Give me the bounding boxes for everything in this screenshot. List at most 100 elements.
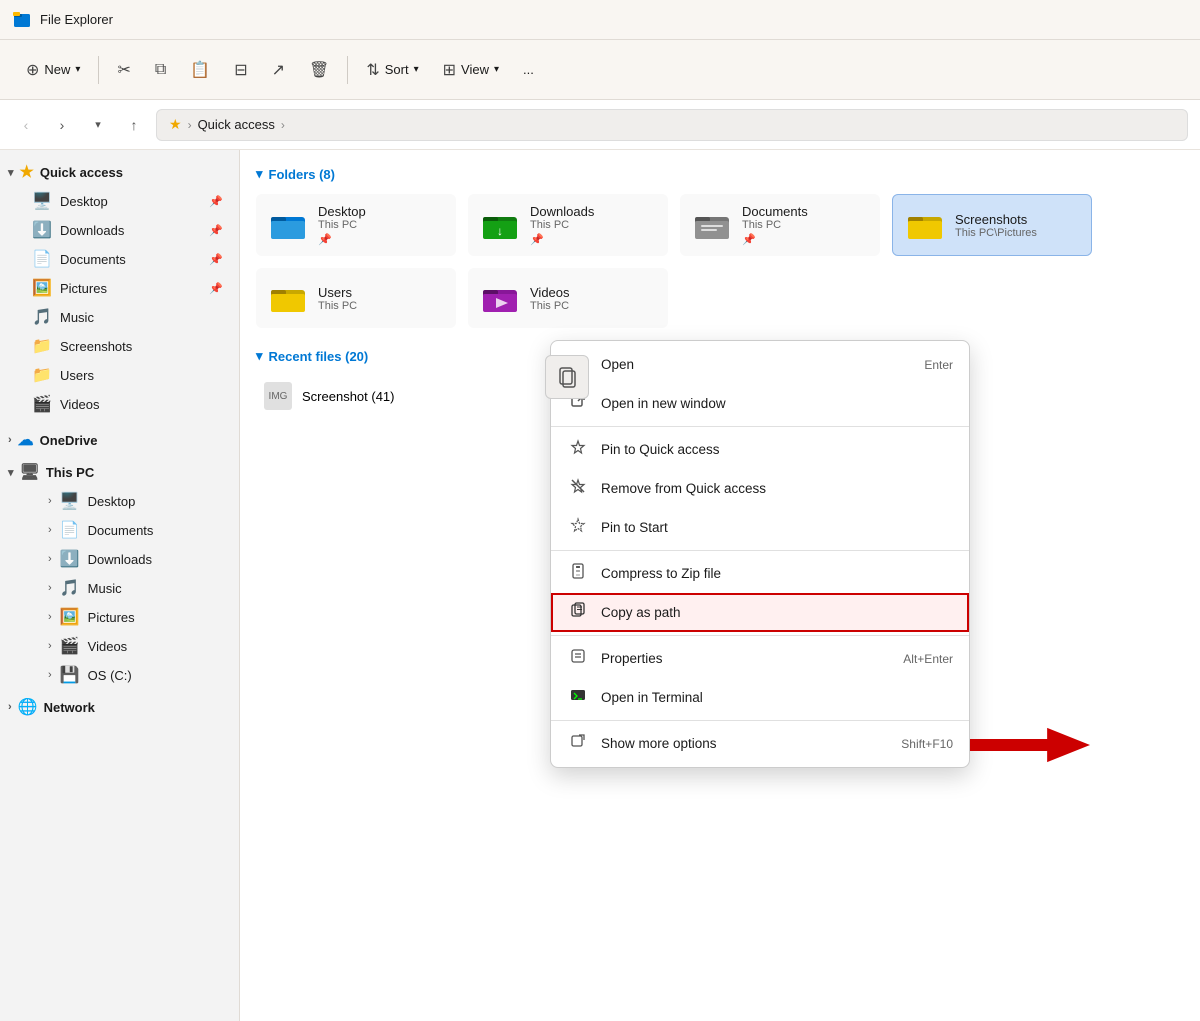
context-item-pin-quick-access[interactable]: Pin to Quick access xyxy=(551,430,969,469)
sidebar-music-label: Music xyxy=(60,310,94,325)
more-button[interactable]: ... xyxy=(513,56,544,83)
forward-button[interactable]: › xyxy=(48,111,76,139)
folder-card-documents[interactable]: Documents This PC 📌 xyxy=(680,194,880,256)
cut-button[interactable]: ✂ xyxy=(107,54,140,86)
copy-button[interactable]: ⧉ xyxy=(145,55,176,85)
sidebar-item-screenshots[interactable]: 📁 Screenshots xyxy=(4,332,235,360)
sidebar-network-label: Network xyxy=(44,700,95,715)
context-item-properties[interactable]: Properties Alt+Enter xyxy=(551,639,969,678)
context-item-open-new-window[interactable]: Open in new window xyxy=(551,384,969,423)
sidebar-screenshots-label: Screenshots xyxy=(60,339,132,354)
folder-card-videos[interactable]: Videos This PC xyxy=(468,268,668,328)
copy-trigger-svg xyxy=(556,366,578,388)
delete-button[interactable]: 🗑 xyxy=(299,54,339,86)
sidebar-thispc-documents[interactable]: › 📄 Documents xyxy=(4,516,235,544)
sidebar-item-videos[interactable]: 🎬 Videos xyxy=(4,390,235,418)
thispc-osdrive-chevron-icon: › xyxy=(48,669,52,681)
context-pin-quick-access-icon xyxy=(567,439,589,460)
context-item-show-more-options[interactable]: Show more options Shift+F10 xyxy=(551,724,969,763)
address-star-icon: ★ xyxy=(169,116,182,133)
thispc-pictures-chevron-icon: › xyxy=(48,611,52,623)
sidebar-thispc-header[interactable]: ▾ 🖥 This PC xyxy=(0,458,239,486)
new-chevron-icon: ▾ xyxy=(75,64,80,75)
context-item-copy-as-path[interactable]: Copy as path xyxy=(551,593,969,632)
sidebar-documents-label: Documents xyxy=(60,252,126,267)
onedrive-icon: ☁ xyxy=(18,430,34,450)
context-item-remove-quick-access[interactable]: Remove from Quick access xyxy=(551,469,969,508)
context-item-open[interactable]: Open Enter xyxy=(551,345,969,384)
recent-section-label: Recent files (20) xyxy=(269,349,369,364)
folder-card-users[interactable]: Users This PC xyxy=(256,268,456,328)
sidebar-quick-access-label: Quick access xyxy=(40,165,123,180)
view-button[interactable]: ⊞ View ▾ xyxy=(433,54,509,86)
sidebar-downloads-label: Downloads xyxy=(60,223,124,238)
folder-card-screenshots[interactable]: Screenshots This PC\Pictures xyxy=(892,194,1092,256)
up-button[interactable]: ↑ xyxy=(120,111,148,139)
thispc-desktop-icon: 🖥️ xyxy=(60,491,80,511)
sidebar-thispc-downloads[interactable]: › ⬇️ Downloads xyxy=(4,545,235,573)
address-path: Quick access xyxy=(198,117,275,132)
copy-icon: ⧉ xyxy=(155,61,166,79)
view-label: View xyxy=(461,62,489,77)
sidebar-onedrive-header[interactable]: › ☁ OneDrive xyxy=(0,426,239,454)
documents-pin-icon: 📌 xyxy=(209,253,223,266)
new-button[interactable]: ⊕ New ▾ xyxy=(16,54,90,86)
sidebar-thispc-pictures[interactable]: › 🖼️ Pictures xyxy=(4,603,235,631)
sort-button[interactable]: ⇅ Sort ▾ xyxy=(356,54,428,86)
context-copy-path-label: Copy as path xyxy=(601,605,953,620)
context-item-open-terminal[interactable]: Open in Terminal xyxy=(551,678,969,717)
address-bar[interactable]: ★ › Quick access › xyxy=(156,109,1188,141)
folder-downloads-pin: 📌 xyxy=(530,233,656,246)
context-properties-label: Properties xyxy=(601,651,891,666)
context-item-compress-zip[interactable]: Compress to Zip file xyxy=(551,554,969,593)
sidebar-thispc-osdrive[interactable]: › 💾 OS (C:) xyxy=(4,661,235,689)
thispc-documents-label: Documents xyxy=(88,523,154,538)
folder-screenshots-sub: This PC\Pictures xyxy=(955,227,1079,239)
nav-bar: ‹ › ▾ ↑ ★ › Quick access › xyxy=(0,100,1200,150)
folders-grid: Desktop This PC 📌 ↓ Downloads This PC 📌 xyxy=(256,194,1184,328)
sidebar-item-desktop[interactable]: 🖥️ Desktop 📌 xyxy=(4,187,235,215)
context-terminal-label: Open in Terminal xyxy=(601,690,953,705)
folder-screenshots-info: Screenshots This PC\Pictures xyxy=(955,212,1079,239)
context-item-pin-start[interactable]: Pin to Start xyxy=(551,508,969,547)
sidebar-desktop-label: Desktop xyxy=(60,194,108,209)
sidebar-thispc-desktop[interactable]: › 🖥️ Desktop xyxy=(4,487,235,515)
sidebar-thispc-videos[interactable]: › 🎬 Videos xyxy=(4,632,235,660)
screenshot-name: Screenshot (41) xyxy=(302,389,395,404)
folder-documents-info: Documents This PC 📌 xyxy=(742,204,868,246)
folders-section-header[interactable]: ▾ Folders (8) xyxy=(256,166,1184,182)
context-pin-start-icon xyxy=(567,517,589,538)
recent-locations-button[interactable]: ▾ xyxy=(84,111,112,139)
share-icon: ↗ xyxy=(272,60,285,80)
sidebar-item-downloads[interactable]: ⬇️ Downloads 📌 xyxy=(4,216,235,244)
back-button[interactable]: ‹ xyxy=(12,111,40,139)
sidebar-users-label: Users xyxy=(60,368,94,383)
rename-button[interactable]: ⊟ xyxy=(224,54,257,86)
sidebar-item-music[interactable]: 🎵 Music xyxy=(4,303,235,331)
sidebar-item-pictures[interactable]: 🖼️ Pictures 📌 xyxy=(4,274,235,302)
sidebar-item-documents[interactable]: 📄 Documents 📌 xyxy=(4,245,235,273)
share-button[interactable]: ↗ xyxy=(262,54,295,86)
folder-card-desktop[interactable]: Desktop This PC 📌 xyxy=(256,194,456,256)
sidebar-thispc-music[interactable]: › 🎵 Music xyxy=(4,574,235,602)
context-pin-start-label: Pin to Start xyxy=(601,520,953,535)
folder-documents-sub: This PC xyxy=(742,219,868,231)
folder-card-downloads[interactable]: ↓ Downloads This PC 📌 xyxy=(468,194,668,256)
context-menu: Open Enter Open in new window Pin to Qui… xyxy=(550,340,970,768)
screenshots-folder-icon: 📁 xyxy=(32,336,52,356)
sidebar-thispc-label: This PC xyxy=(46,465,94,480)
thispc-music-icon: 🎵 xyxy=(60,578,80,598)
sidebar-network-header[interactable]: › 🌐 Network xyxy=(0,693,239,721)
paste-button[interactable]: 📋 xyxy=(180,54,220,86)
sidebar-item-users[interactable]: 📁 Users xyxy=(4,361,235,389)
thispc-pictures-label: Pictures xyxy=(88,610,135,625)
more-label: ... xyxy=(523,62,534,77)
folder-documents-pin: 📌 xyxy=(742,233,868,246)
thispc-videos-label: Videos xyxy=(88,639,128,654)
thispc-videos-chevron-icon: › xyxy=(48,640,52,652)
screenshot-thumb: IMG xyxy=(264,382,292,410)
new-label: New xyxy=(44,62,70,77)
title-bar: File Explorer xyxy=(0,0,1200,40)
sidebar-quick-access-header[interactable]: ▾ ★ Quick access xyxy=(0,158,239,186)
thispc-pictures-icon: 🖼️ xyxy=(60,607,80,627)
